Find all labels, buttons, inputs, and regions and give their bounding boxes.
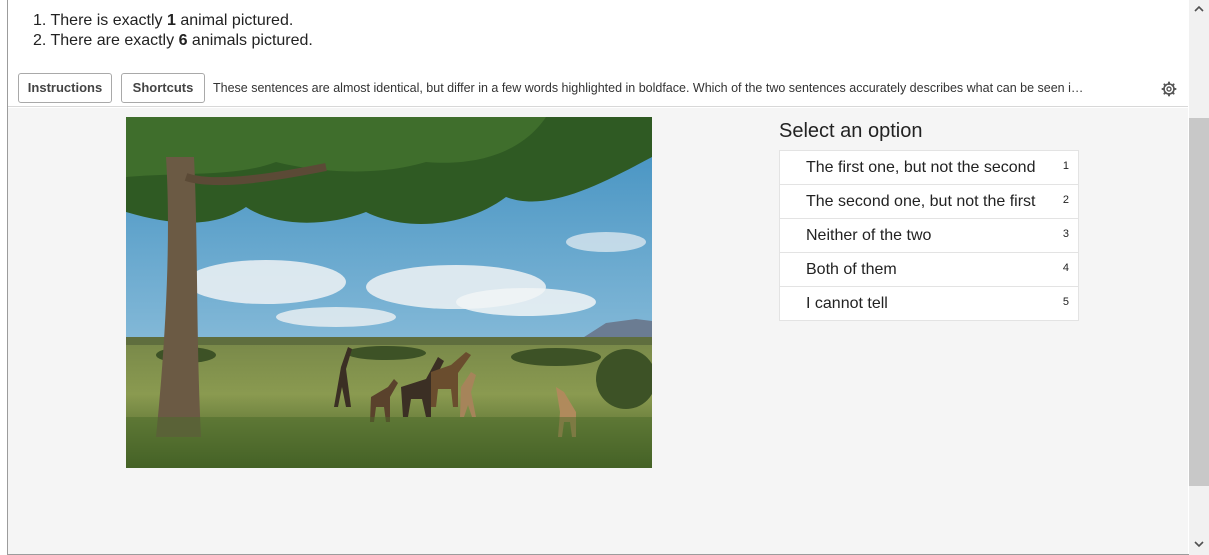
option-label: I cannot tell <box>806 295 888 312</box>
sentence-text: There is exactly <box>50 12 167 29</box>
task-description: These sentences are almost identical, bu… <box>213 81 1084 95</box>
sentence-2: 2. There are exactly 6 animals pictured. <box>33 31 313 51</box>
sentence-number: 1. <box>33 12 47 29</box>
options-title: Select an option <box>779 120 923 142</box>
option-first-not-second[interactable]: The first one, but not the second 1 <box>780 151 1078 185</box>
option-label: Neither of the two <box>806 227 932 244</box>
option-label: The second one, but not the first <box>806 193 1036 210</box>
sentence-1: 1. There is exactly 1 animal pictured. <box>33 11 313 31</box>
sentence-number: 2. <box>33 32 47 49</box>
option-cannot-tell[interactable]: I cannot tell 5 <box>780 287 1078 320</box>
shortcuts-button[interactable]: Shortcuts <box>121 73 205 103</box>
sentence-bold: 1 <box>166 12 176 29</box>
gear-icon[interactable] <box>1161 81 1177 97</box>
sentence-text: animals pictured. <box>187 32 313 49</box>
sentence-text: There are exactly <box>50 32 179 49</box>
savanna-giraffes-image <box>126 117 652 468</box>
option-shortcut-key: 1 <box>1062 160 1069 172</box>
scrollbar-thumb[interactable] <box>1189 118 1209 486</box>
option-both[interactable]: Both of them 4 <box>780 253 1078 287</box>
option-shortcut-key: 4 <box>1062 262 1069 274</box>
option-shortcut-key: 2 <box>1062 194 1069 206</box>
chevron-up-icon[interactable] <box>1193 3 1205 15</box>
option-second-not-first[interactable]: The second one, but not the first 2 <box>780 185 1078 219</box>
option-list: The first one, but not the second 1 The … <box>779 150 1079 321</box>
chevron-down-icon[interactable] <box>1193 538 1205 550</box>
vertical-scrollbar[interactable] <box>1189 0 1209 555</box>
sentence-list: 1. There is exactly 1 animal pictured. 2… <box>33 11 313 51</box>
options-panel: Select an option The first one, but not … <box>779 118 1079 321</box>
option-neither[interactable]: Neither of the two 3 <box>780 219 1078 253</box>
option-label: The first one, but not the second <box>806 159 1036 176</box>
toolbar: Instructions Shortcuts These sentences a… <box>8 71 1188 107</box>
instructions-button[interactable]: Instructions <box>18 73 112 103</box>
option-shortcut-key: 3 <box>1062 228 1069 240</box>
option-shortcut-key: 5 <box>1062 296 1069 308</box>
sentence-text: animal pictured. <box>175 12 294 29</box>
option-label: Both of them <box>806 261 897 278</box>
